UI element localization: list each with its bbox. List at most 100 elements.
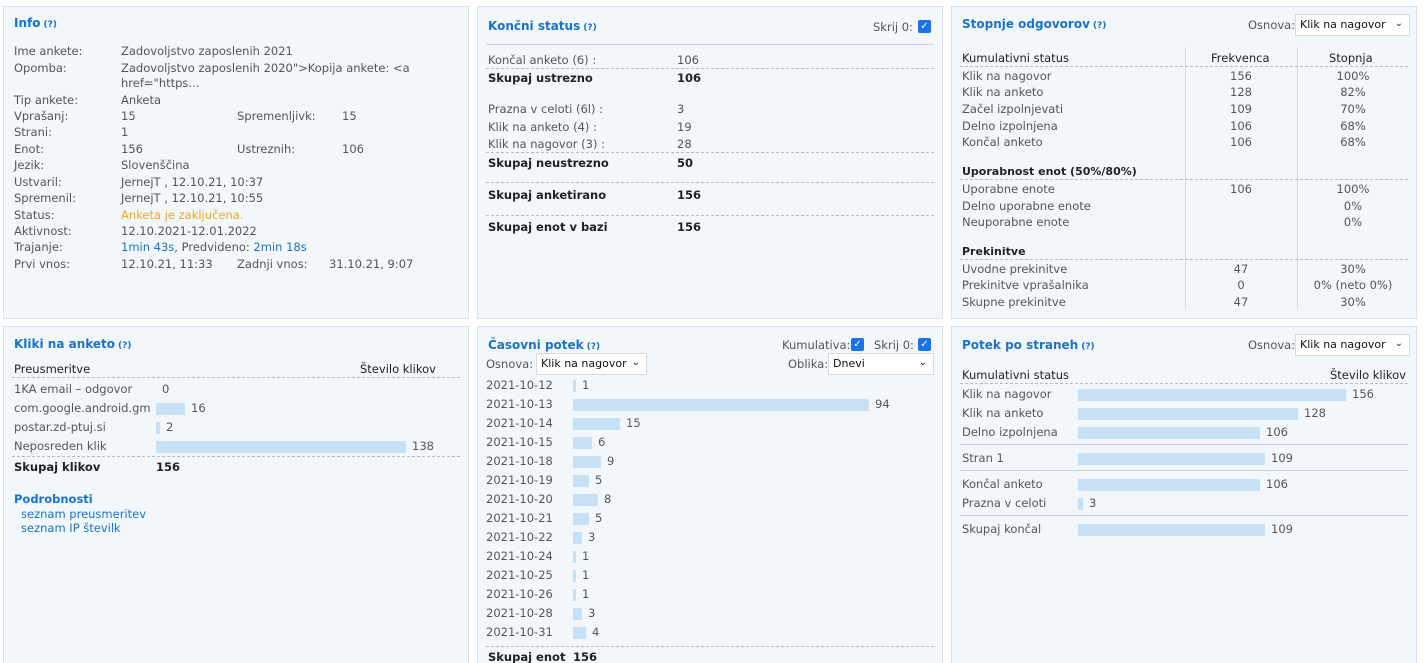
info-strani-value: 1	[121, 125, 129, 139]
stopnje-divider	[960, 66, 1408, 67]
stopnje-row-freq: 47	[1233, 295, 1249, 309]
potek-row-bar	[1078, 408, 1298, 420]
casovni-date-label: 2021-10-18	[486, 454, 553, 468]
info-trajanje-actual: 1min 43s	[121, 240, 175, 254]
kliki-row-value: 2	[166, 420, 174, 434]
stopnje-help-link[interactable]: (?)	[1093, 21, 1106, 31]
casovni-bar-value: 1	[582, 378, 590, 392]
stopnje-col-stopnja: Stopnja	[1329, 51, 1373, 65]
casovni-date-label: 2021-10-26	[486, 587, 553, 601]
stopnje-row-freq: 0	[1237, 278, 1245, 292]
info-vprasanj-value: 15	[121, 109, 136, 123]
potek-row-label: Skupaj končal	[962, 522, 1042, 536]
casovni-bar	[573, 475, 589, 487]
kliki-row-value: 0	[162, 382, 170, 396]
info-status-label: Status:	[14, 208, 55, 222]
info-help-link[interactable]: (?)	[43, 20, 56, 30]
info-ustreznih-label: Ustreznih:	[237, 142, 296, 156]
kliki-row-value: 16	[191, 401, 206, 415]
koncni-row-label: Klik na anketo (4) :	[488, 120, 597, 134]
stopnje-osnova-select[interactable]: Klik na nagovor ⌄	[1295, 14, 1410, 36]
casovni-bar-value: 1	[582, 549, 590, 563]
info-trajanje-value: 1min 43s, Predvideno: 2min 18s	[121, 240, 307, 254]
casovni-bar-value: 5	[595, 511, 603, 525]
potek-osnova-select[interactable]: Klik na nagovor ⌄	[1295, 334, 1410, 356]
stopnje-row-freq: 109	[1230, 102, 1252, 116]
potek-row-value: 106	[1266, 425, 1288, 439]
chevron-down-icon: ⌄	[631, 357, 640, 368]
info-enot-value: 156	[121, 142, 143, 156]
stopnje-row-label: Delno uporabne enote	[962, 199, 1091, 213]
casovni-bar	[573, 380, 576, 392]
koncni-divider-top	[486, 44, 934, 45]
koncni-skrij-checkbox[interactable]: ✓	[918, 20, 931, 33]
kliki-row-label: Neposreden klik	[14, 439, 107, 453]
casovni-bar	[573, 513, 589, 525]
casovni-bar-value: 5	[595, 473, 603, 487]
stopnje-row-rate: 0%	[1343, 199, 1363, 213]
stopnje-row-label: Neuporabne enote	[962, 215, 1070, 229]
info-ustvaril-label: Ustvaril:	[14, 175, 62, 189]
kliki-seznam-preusmeritev-link[interactable]: seznam preusmeritev	[21, 507, 146, 521]
kliki-row-bar	[156, 403, 185, 415]
koncni-row-value: 19	[677, 120, 692, 134]
info-jezik-label: Jezik:	[14, 158, 45, 172]
potek-row-bar	[1078, 453, 1265, 465]
koncni-skupaj-ustrezno-label: Skupaj ustrezno	[488, 71, 593, 85]
casovni-oblika-select[interactable]: Dnevi ⌄	[828, 353, 934, 375]
casovni-date-label: 2021-10-24	[486, 549, 553, 563]
info-prvi-vnos-label: Prvi vnos:	[14, 257, 71, 271]
koncni-row-value: 28	[677, 137, 692, 151]
casovni-bar	[573, 418, 620, 430]
info-vprasanj-label: Vprašanj:	[14, 109, 69, 123]
casovni-kumulativa-checkbox[interactable]: ✓	[851, 338, 864, 351]
casovni-bar	[573, 399, 869, 411]
info-opomba-label: Opomba:	[14, 61, 67, 75]
kliki-row-label: com.google.android.gm	[14, 401, 151, 415]
casovni-bar	[573, 456, 601, 468]
casovni-bar-value: 3	[588, 606, 596, 620]
koncni-divider	[486, 152, 934, 153]
kliki-panel: Kliki na anketo (?) Preusmeritve Število …	[3, 326, 469, 663]
potek-help-link[interactable]: (?)	[1081, 342, 1094, 352]
info-zadnji-vnos-value: 31.10.21, 9:07	[329, 257, 414, 271]
potek-divider	[960, 444, 1408, 445]
potek-row-bar	[1078, 389, 1346, 401]
koncni-skupaj-neustrezno-label: Skupaj neustrezno	[488, 156, 609, 170]
potek-row-bar	[1078, 479, 1260, 491]
casovni-total-value: 156	[573, 650, 598, 663]
koncni-status-help-link[interactable]: (?)	[583, 23, 596, 33]
stopnje-row-rate: 70%	[1340, 102, 1366, 116]
info-opomba-value-2: href="https...	[121, 76, 200, 90]
kliki-total-value: 156	[156, 460, 181, 474]
info-ime-label: Ime ankete:	[14, 44, 83, 58]
casovni-osnova-select[interactable]: Klik na nagovor ⌄	[536, 353, 647, 375]
casovni-date-label: 2021-10-12	[486, 378, 553, 392]
info-ustvaril-value: JernejT , 12.10.21, 10:37	[121, 175, 264, 189]
potek-row-label: Stran 1	[962, 451, 1004, 465]
kliki-seznam-ip-link[interactable]: seznam IP številk	[21, 521, 121, 535]
casovni-total-label: Skupaj enot	[488, 650, 566, 663]
potek-po-straneh-panel: Potek po straneh (?) Osnova: Klik na nago…	[951, 326, 1417, 663]
info-zadnji-vnos-label: Zadnji vnos:	[237, 257, 308, 271]
info-title: Info (?)	[14, 16, 57, 30]
stopnje-row-freq: 47	[1233, 262, 1249, 276]
casovni-date-label: 2021-10-13	[486, 397, 553, 411]
info-aktivnost-value: 12.10.2021-12.01.2022	[121, 224, 257, 238]
potek-col-status: Kumulativni status	[962, 368, 1069, 382]
kliki-col-preusmeritve: Preusmeritve	[14, 362, 91, 376]
kliki-help-link[interactable]: (?)	[118, 341, 131, 351]
casovni-bar-value: 8	[604, 492, 612, 506]
casovni-bar	[573, 627, 586, 639]
potek-row-label: Končal anketo	[962, 477, 1043, 491]
casovni-osnova-value: Klik na nagovor	[541, 357, 627, 370]
casovni-help-link[interactable]: (?)	[587, 342, 600, 352]
casovni-skrij-checkbox[interactable]: ✓	[918, 338, 931, 351]
koncni-skupaj-baza-value: 156	[677, 220, 702, 234]
casovni-date-label: 2021-10-20	[486, 492, 553, 506]
stopnje-row-rate: 0%	[1343, 215, 1363, 229]
info-tip-label: Tip ankete:	[14, 93, 78, 107]
casovni-kumulativa-label: Kumulativa:	[782, 338, 851, 352]
info-panel: Info (?) Ime ankete: Zadovoljstvo zaposle…	[3, 6, 469, 319]
info-jezik-value: Slovenščina	[121, 158, 190, 172]
